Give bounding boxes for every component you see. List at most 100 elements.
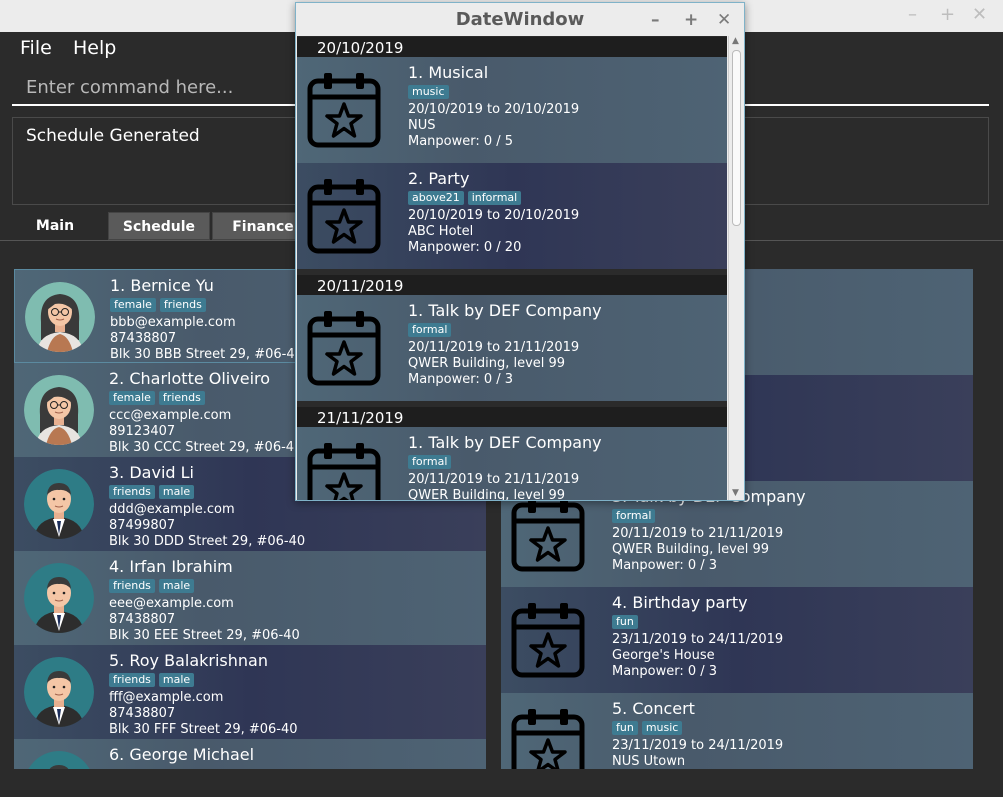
person-email: ccc@example.com (109, 408, 232, 423)
tag-list: fun (612, 614, 783, 631)
event-name-text: Concert (632, 699, 695, 718)
person-details: 6. George Michael (109, 745, 254, 769)
person-name: 4. Irfan Ibrahim (109, 557, 300, 577)
event-dates: 23/11/2019 to 24/11/2019 (612, 738, 784, 753)
event-details: 4. Birthday party fun 23/11/2019 to 24/11/… (612, 593, 783, 680)
person-address: Blk 30 FFF Street 29, #06-40 (109, 722, 298, 737)
event-name: 5. Concert (612, 699, 783, 719)
tag: formal (612, 509, 656, 523)
male-avatar-icon (24, 563, 94, 633)
minimize-icon[interactable]: – (651, 10, 660, 30)
event-manpower: Manpower: 0 / 3 (612, 558, 718, 573)
person-phone: 87438807 (109, 612, 176, 627)
event-name: 1. Musical (408, 63, 579, 83)
tag-list: female friends (110, 297, 303, 314)
event-card[interactable]: 5. Concert fun music 23/11/2019 to 24/11/20… (501, 693, 973, 769)
event-details: 1. Musical music 20/10/2019 to 20/10/2019 N… (408, 63, 579, 150)
event-name-text: Party (428, 169, 470, 188)
date-event-list[interactable]: 20/10/2019 1. Musical music 20/10/2019 to 2… (297, 36, 727, 500)
date-header: 20/10/2019 (297, 37, 727, 57)
tag: fun (612, 615, 638, 629)
event-dates: 20/11/2019 to 21/11/2019 (408, 472, 580, 487)
date-group: 20/11/2019 1. Talk by DEF Company formal 20… (297, 275, 727, 401)
person-address: Blk 30 DDD Street 29, #06-40 (109, 534, 306, 549)
event-index: 1. (408, 63, 424, 82)
date-event-card[interactable]: 1. Musical music 20/10/2019 to 20/10/2019 N… (297, 57, 727, 163)
date-event-card[interactable]: 1. Talk by DEF Company formal 20/11/2019 t… (297, 295, 727, 401)
event-venue: George's House (612, 648, 715, 663)
tab-main[interactable]: Main (4, 212, 106, 240)
person-name-text: Bernice Yu (130, 276, 214, 295)
date-group: 20/10/2019 1. Musical music 20/10/2019 to 2… (297, 37, 727, 269)
close-icon[interactable]: ✕ (972, 5, 987, 25)
event-venue: QWER Building, level 99 (408, 356, 566, 371)
date-event-card[interactable]: 2. Party above21 informal 20/10/2019 to 20/… (297, 163, 727, 269)
event-dates: 23/11/2019 to 24/11/2019 (612, 632, 784, 647)
person-index: 5. (109, 651, 125, 670)
female-avatar-icon (24, 375, 94, 445)
calendar-star-icon (307, 179, 381, 254)
scroll-thumb[interactable] (732, 50, 741, 226)
scroll-down-icon[interactable]: ▼ (732, 488, 739, 498)
tag: friends (159, 298, 206, 312)
date-window-title: DateWindow (455, 9, 585, 30)
event-manpower: Manpower: 0 / 5 (408, 134, 514, 149)
person-card[interactable]: 5. Roy Balakrishnan friends male fff@exampl… (14, 645, 486, 739)
person-name: 1. Bernice Yu (110, 276, 303, 296)
scroll-up-icon[interactable]: ▲ (732, 36, 739, 46)
tag-list: friends male (109, 484, 305, 501)
event-name: 4. Birthday party (612, 593, 783, 613)
event-card[interactable]: 4. Birthday party fun 23/11/2019 to 24/11/… (501, 587, 973, 693)
event-index: 1. (408, 433, 424, 452)
person-card[interactable]: 6. George Michael (14, 739, 486, 769)
person-index: 4. (109, 557, 125, 576)
calendar-star-icon (307, 443, 381, 500)
date-event-card[interactable]: 1. Talk by DEF Company formal 20/11/2019 t… (297, 427, 727, 500)
event-venue: QWER Building, level 99 (408, 488, 566, 500)
minimize-icon[interactable]: – (908, 5, 917, 25)
calendar-star-icon (307, 73, 381, 148)
event-dates: 20/11/2019 to 21/11/2019 (408, 340, 580, 355)
date-window-title-bar: DateWindow – + ✕ (296, 3, 744, 36)
person-address: Blk 30 CCC Street 29, #06-40 (109, 440, 303, 455)
person-details: 2. Charlotte Oliveiro female friends ccc@ex… (109, 369, 302, 456)
person-name-text: David Li (129, 463, 194, 482)
tag: female (109, 391, 155, 405)
person-address: Blk 30 BBB Street 29, #06-40 (110, 347, 303, 362)
person-card[interactable]: 4. Irfan Ibrahim friends male eee@example.c… (14, 551, 486, 645)
maximize-icon[interactable]: + (940, 5, 955, 25)
tag: female (110, 298, 156, 312)
tag-list: music (408, 84, 579, 101)
tag-list: friends male (109, 672, 298, 689)
event-index: 1. (408, 301, 424, 320)
event-venue: ABC Hotel (408, 224, 474, 239)
menu-file[interactable]: File (20, 37, 52, 59)
person-index: 3. (109, 463, 125, 482)
event-details: 5. Concert fun music 23/11/2019 to 24/11/20… (612, 699, 783, 769)
event-details: 1. Talk by DEF Company formal 20/11/2019 t… (408, 301, 602, 388)
person-name-text: Charlotte Oliveiro (129, 369, 271, 388)
event-name: 1. Talk by DEF Company (408, 433, 602, 453)
event-details: 2. Party above21 informal 20/10/2019 to 20/… (408, 169, 579, 256)
person-name-text: Roy Balakrishnan (129, 651, 268, 670)
tag: fun (612, 721, 638, 735)
event-name: 2. Party (408, 169, 579, 189)
tag-list: above21 informal (408, 190, 579, 207)
tag: informal (467, 191, 522, 205)
menu-help[interactable]: Help (73, 37, 116, 59)
tag: male (158, 579, 195, 593)
person-phone: 87499807 (109, 518, 176, 533)
tab-schedule[interactable]: Schedule (108, 212, 210, 240)
tag-list: fun music (612, 720, 783, 737)
tag: friends (109, 673, 155, 687)
scrollbar[interactable] (973, 269, 989, 769)
maximize-icon[interactable]: + (684, 10, 698, 30)
male-avatar-icon (28, 751, 90, 769)
date-window-scrollbar[interactable]: ▲ ▼ (728, 36, 744, 500)
person-phone: 87438807 (110, 331, 177, 346)
person-phone: 87438807 (109, 706, 176, 721)
person-index: 6. (109, 745, 125, 764)
tag: friends (109, 579, 155, 593)
close-icon[interactable]: ✕ (717, 10, 731, 30)
event-manpower: Manpower: 0 / 3 (408, 372, 514, 387)
